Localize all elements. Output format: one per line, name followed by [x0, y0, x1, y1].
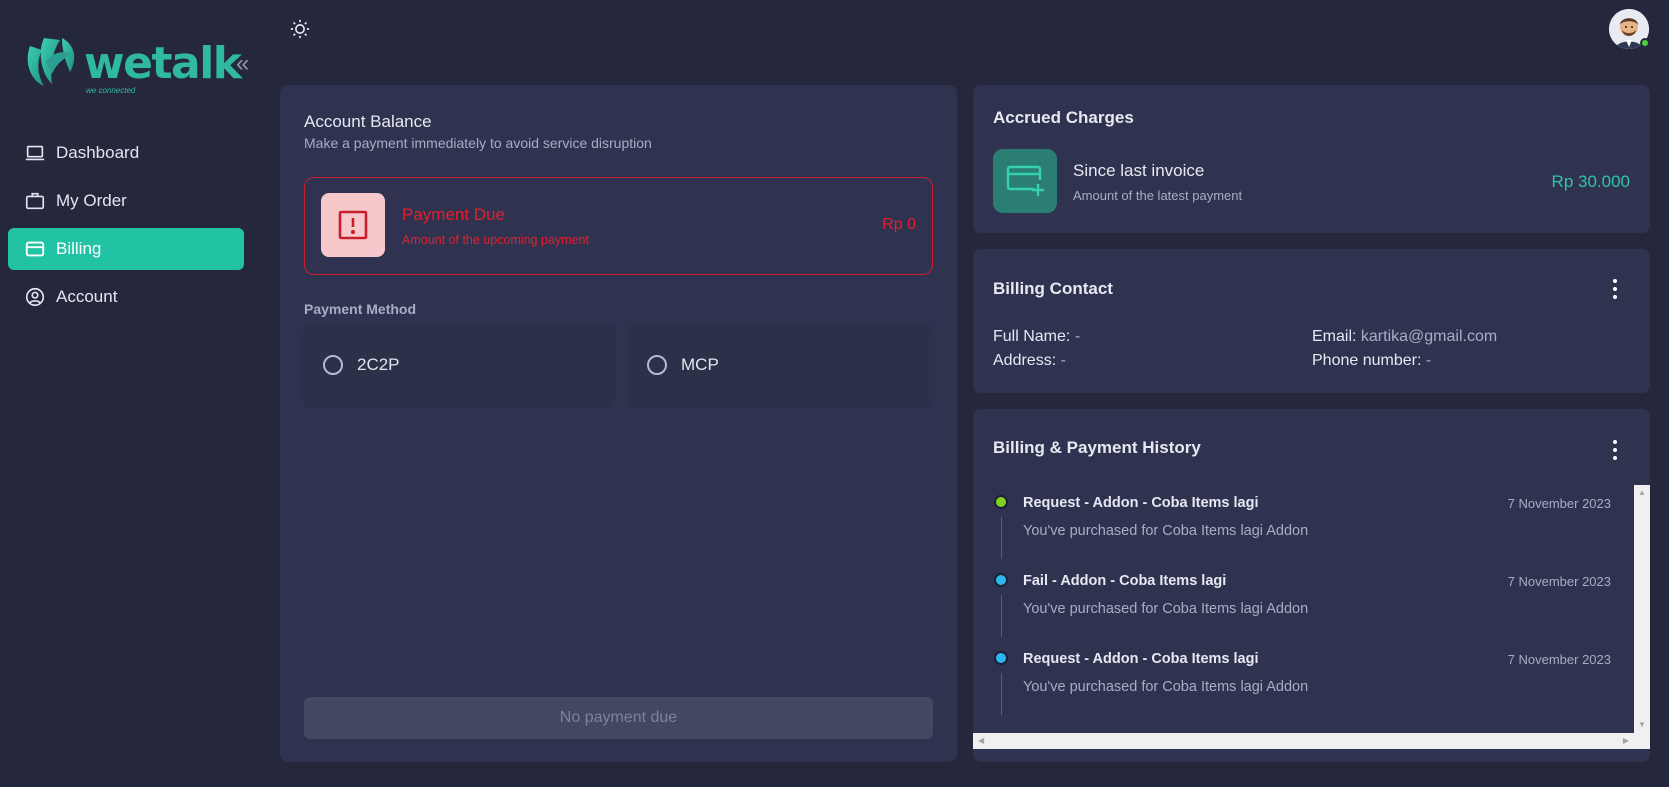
- scroll-left-arrow-icon[interactable]: ◀: [978, 737, 984, 745]
- scroll-down-arrow-icon[interactable]: ▼: [1638, 721, 1646, 729]
- full-name-field: Full Name: -: [993, 328, 1080, 346]
- timeline-connector: [1001, 517, 1002, 559]
- payment-due-title: Payment Due: [402, 205, 505, 224]
- double-chevron-left-icon[interactable]: «: [236, 52, 249, 76]
- billing-history-card: Billing & Payment History Request - Addo…: [973, 409, 1650, 762]
- sidebar-item-label: Account: [56, 287, 118, 306]
- more-options-icon[interactable]: [1612, 279, 1618, 299]
- history-entry-date: 7 November 2023: [1507, 652, 1611, 667]
- history-entry-title: Request - Addon - Coba Items lagi: [1023, 495, 1259, 511]
- sidebar-nav: Dashboard My Order Billing Account: [8, 132, 244, 324]
- sidebar-item-label: My Order: [56, 191, 127, 210]
- sidebar-item-my-order[interactable]: My Order: [8, 180, 244, 222]
- history-entry-title: Request - Addon - Coba Items lagi: [1023, 651, 1259, 667]
- history-entry-description: You've purchased for Coba Items lagi Add…: [1023, 601, 1309, 617]
- history-entry-description: You've purchased for Coba Items lagi Add…: [1023, 523, 1309, 539]
- field-value: -: [1060, 352, 1066, 369]
- history-entry-date: 7 November 2023: [1507, 574, 1611, 589]
- sidebar-item-dashboard[interactable]: Dashboard: [8, 132, 244, 174]
- card-add-icon: [1006, 165, 1044, 196]
- history-entry-date: 7 November 2023: [1507, 496, 1611, 511]
- user-circle-icon: [25, 287, 45, 307]
- timeline-connector: [1001, 673, 1002, 715]
- account-balance-title: Account Balance: [304, 112, 432, 131]
- accrued-charges-card: Accrued Charges Since last invoice Amoun…: [973, 85, 1650, 233]
- sidebar-item-label: Dashboard: [56, 143, 140, 162]
- payment-option-mcp[interactable]: MCP: [628, 325, 933, 405]
- alert-icon-container: [321, 193, 385, 257]
- payment-method-label: Payment Method: [304, 301, 417, 317]
- field-label: Phone number:: [1312, 352, 1422, 369]
- payment-due-box: Payment Due Amount of the upcoming payme…: [304, 177, 933, 275]
- history-scroll-area[interactable]: Request - Addon - Coba Items lagi 7 Nove…: [973, 485, 1650, 749]
- brand-logo[interactable]: wetalk we connected: [22, 32, 242, 96]
- field-label: Address:: [993, 352, 1057, 369]
- status-dot: [994, 573, 1008, 587]
- email-field: Email: kartika@gmail.com: [1312, 328, 1497, 346]
- field-value: kartika@gmail.com: [1360, 328, 1498, 345]
- payment-option-label: 2C2P: [357, 355, 400, 374]
- field-label: Full Name:: [993, 328, 1071, 345]
- briefcase-icon: [25, 192, 45, 210]
- laptop-icon: [25, 145, 45, 161]
- scroll-right-arrow-icon[interactable]: ▶: [1623, 737, 1629, 745]
- brand-name: wetalk: [84, 38, 242, 89]
- since-last-invoice-label: Since last invoice: [1073, 161, 1205, 180]
- address-field: Address: -: [993, 352, 1066, 370]
- phone-field: Phone number: -: [1312, 352, 1431, 370]
- brand-tagline: we connected: [86, 86, 136, 95]
- account-balance-card: Account Balance Make a payment immediate…: [280, 85, 957, 762]
- history-entry: Fail - Addon - Coba Items lagi 7 Novembe…: [973, 563, 1633, 641]
- vertical-scrollbar[interactable]: ▲ ▼: [1634, 485, 1650, 733]
- history-entry-title: Fail - Addon - Coba Items lagi: [1023, 573, 1227, 589]
- wetalk-logo-icon: [27, 38, 75, 86]
- online-status-dot: [1640, 38, 1650, 48]
- payment-option-2c2p[interactable]: 2C2P: [304, 325, 614, 405]
- sidebar-item-label: Billing: [56, 239, 102, 258]
- radio-button[interactable]: [323, 355, 343, 375]
- accrued-charges-title: Accrued Charges: [993, 108, 1134, 127]
- payment-due-amount: Rp 0: [882, 216, 916, 233]
- payment-due-subtitle: Amount of the upcoming payment: [402, 233, 589, 247]
- account-balance-subtitle: Make a payment immediately to avoid serv…: [304, 135, 652, 151]
- credit-card-icon: [25, 241, 45, 257]
- history-entry: Request - Addon - Coba Items lagi 7 Nove…: [973, 641, 1633, 719]
- sidebar-item-account[interactable]: Account: [8, 276, 244, 318]
- status-dot: [994, 651, 1008, 665]
- field-value: -: [1074, 328, 1081, 345]
- status-dot: [994, 495, 1008, 509]
- sun-icon[interactable]: [289, 18, 311, 40]
- sidebar-item-billing[interactable]: Billing: [8, 228, 244, 270]
- timeline-connector: [1001, 595, 1002, 637]
- history-entry-description: You've purchased for Coba Items lagi Add…: [1023, 679, 1309, 695]
- billing-contact-title: Billing Contact: [993, 279, 1113, 298]
- accrued-charges-amount: Rp 30.000: [1551, 172, 1630, 191]
- alert-square-icon: [338, 210, 368, 240]
- billing-contact-card: Billing Contact Full Name: - Address: - …: [973, 249, 1650, 393]
- accrued-charges-subtitle: Amount of the latest payment: [1073, 188, 1243, 203]
- no-payment-due-button[interactable]: No payment due: [304, 697, 933, 739]
- more-options-icon[interactable]: [1612, 440, 1618, 460]
- history-entry: Request - Addon - Coba Items lagi 7 Nove…: [973, 485, 1633, 563]
- card-add-icon-container: [993, 149, 1057, 213]
- radio-button[interactable]: [647, 355, 667, 375]
- field-value: -: [1425, 352, 1432, 369]
- brand-wordmark: wetalk we connected: [84, 38, 242, 96]
- sidebar: wetalk we connected « Dashboard My Order: [0, 0, 252, 787]
- field-label: Email:: [1312, 328, 1357, 345]
- horizontal-scrollbar[interactable]: ◀ ▶: [973, 733, 1650, 749]
- billing-history-title: Billing & Payment History: [993, 438, 1201, 457]
- scroll-up-arrow-icon[interactable]: ▲: [1638, 489, 1646, 497]
- payment-option-label: MCP: [681, 355, 719, 374]
